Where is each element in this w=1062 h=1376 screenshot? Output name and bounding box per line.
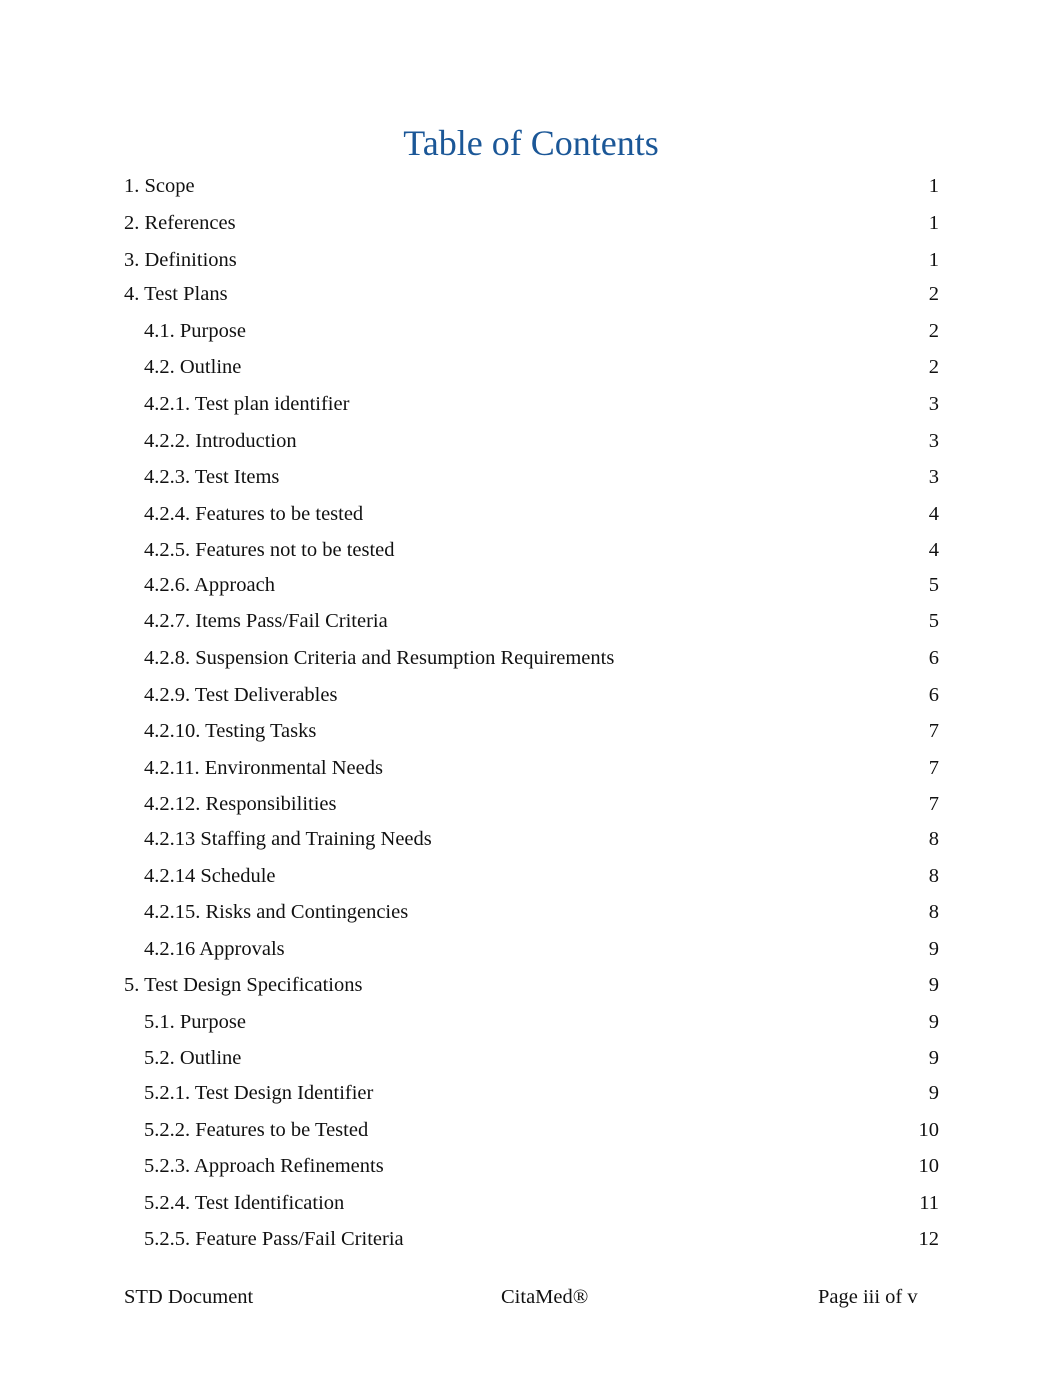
toc-entry-label: 5.2.1. Test Design Identifier <box>144 1082 374 1104</box>
toc-entry[interactable]: 4.2.11. Environmental Needs 7 <box>124 753 939 783</box>
toc-entry[interactable]: 4.2.1. Test plan identifier 3 <box>124 389 939 419</box>
toc-entry-label: 4.2.5. Features not to be tested <box>144 539 395 561</box>
toc-entry-label: 5.2. Outline <box>144 1047 242 1069</box>
toc-entry-page: 6 <box>928 684 939 706</box>
toc-entry-label: 4.2.15. Risks and Contingencies <box>144 901 409 923</box>
toc-entry-label: 4. Test Plans <box>124 283 228 305</box>
toc-entry-page: 10 <box>918 1119 940 1141</box>
footer-company: CitaMed® <box>501 1286 589 1308</box>
toc-entry-label: 3. Definitions <box>124 249 237 271</box>
toc-entry-page: 7 <box>928 720 939 742</box>
toc-entry-page: 8 <box>928 865 939 887</box>
toc-entry-label: 4.2.7. Items Pass/Fail Criteria <box>144 610 388 632</box>
toc-entry[interactable]: 4.2.14 Schedule 8 <box>124 861 939 891</box>
toc-entry-label: 4.2.11. Environmental Needs <box>144 757 383 779</box>
toc-entry-label: 4.2.12. Responsibilities <box>144 793 337 815</box>
toc-entry-page: 9 <box>928 974 939 996</box>
toc-entry-label: 4.2.16 Approvals <box>144 938 285 960</box>
toc-entry-page: 2 <box>928 320 939 342</box>
toc-entry-label: 4.2.10. Testing Tasks <box>144 720 317 742</box>
toc-entry[interactable]: 4.2.16 Approvals 9 <box>124 934 939 964</box>
toc-entry-label: 4.2.1. Test plan identifier <box>144 393 350 415</box>
toc-entry-page: 8 <box>928 901 939 923</box>
toc-entry-page: 4 <box>928 503 939 525</box>
toc-entry[interactable]: 4.2.10. Testing Tasks 7 <box>124 716 939 746</box>
toc-entry[interactable]: 4.2.3. Test Items 3 <box>124 462 939 492</box>
toc-entry[interactable]: 2. References 1 <box>124 208 939 238</box>
toc-entry-label: 4.2.13 Staffing and Training Needs <box>144 828 432 850</box>
toc-entry[interactable]: 4.2.5. Features not to be tested 4 <box>124 535 939 565</box>
toc-entry[interactable]: 5.2.1. Test Design Identifier 9 <box>124 1078 939 1108</box>
toc-entry-page: 3 <box>928 393 939 415</box>
toc-entry-label: 5. Test Design Specifications <box>124 974 363 996</box>
toc-entry-label: 5.2.5. Feature Pass/Fail Criteria <box>144 1228 404 1250</box>
toc-entry-page: 3 <box>928 430 939 452</box>
toc-entry-page: 1 <box>928 249 939 271</box>
toc-entry[interactable]: 3. Definitions 1 <box>124 245 939 275</box>
toc-entry-page: 2 <box>928 283 939 305</box>
toc-entry[interactable]: 4.2.8. Suspension Criteria and Resumptio… <box>124 643 939 673</box>
toc-entry[interactable]: 5.1. Purpose 9 <box>124 1007 939 1037</box>
document-page: Table of Contents 1. Scope 1 2. Reference… <box>0 0 1062 1376</box>
toc-entry[interactable]: 4.2.6. Approach 5 <box>124 570 939 600</box>
toc-entry[interactable]: 4.1. Purpose 2 <box>124 316 939 346</box>
toc-entry-page: 1 <box>928 175 939 197</box>
toc-entry-page: 11 <box>919 1192 939 1214</box>
toc-entry-label: 4.2.14 Schedule <box>144 865 276 887</box>
footer-document-name: STD Document <box>124 1286 254 1308</box>
toc-entry[interactable]: 5.2.3. Approach Refinements 10 <box>124 1151 939 1181</box>
toc-entry-page: 5 <box>928 610 939 632</box>
toc-entry-label: 1. Scope <box>124 175 195 197</box>
toc-entry-page: 7 <box>928 793 939 815</box>
toc-entry-page: 9 <box>928 938 939 960</box>
toc-entry-label: 4.2.2. Introduction <box>144 430 297 452</box>
toc-entry-label: 4.2.3. Test Items <box>144 466 280 488</box>
page-title: Table of Contents <box>403 123 659 163</box>
toc-entry-page: 9 <box>928 1047 939 1069</box>
toc-entry[interactable]: 4.2.2. Introduction 3 <box>124 426 939 456</box>
toc-entry-label: 5.2.2. Features to be Tested <box>144 1119 369 1141</box>
toc-entry[interactable]: 4.2.4. Features to be tested 4 <box>124 499 939 529</box>
toc-entry[interactable]: 4.2. Outline 2 <box>124 352 939 382</box>
toc-entry-page: 2 <box>928 356 939 378</box>
footer-page-number: Page iii of v <box>818 1286 918 1308</box>
toc-entry-page: 7 <box>928 757 939 779</box>
toc-entry[interactable]: 5. Test Design Specifications 9 <box>124 970 939 1000</box>
toc-entry-page: 5 <box>928 574 939 596</box>
toc-entry-page: 12 <box>918 1228 940 1250</box>
toc-entry-page: 3 <box>928 466 939 488</box>
toc-entry[interactable]: 5.2.5. Feature Pass/Fail Criteria 12 <box>124 1224 939 1254</box>
toc-entry-label: 4.1. Purpose <box>144 320 246 342</box>
toc-entry-label: 4.2.8. Suspension Criteria and Resumptio… <box>144 647 615 669</box>
toc-entry-page: 6 <box>928 647 939 669</box>
toc-entry-page: 4 <box>928 539 939 561</box>
toc-entry-page: 9 <box>928 1082 939 1104</box>
toc-entry[interactable]: 4. Test Plans 2 <box>124 279 939 309</box>
toc-entry-page: 8 <box>928 828 939 850</box>
toc-entry[interactable]: 4.2.12. Responsibilities 7 <box>124 789 939 819</box>
toc-entry[interactable]: 5.2.2. Features to be Tested 10 <box>124 1115 939 1145</box>
toc-entry-page: 1 <box>928 212 939 234</box>
toc-entry-label: 5.2.4. Test Identification <box>144 1192 345 1214</box>
toc-entry[interactable]: 5.2.4. Test Identification 11 <box>124 1188 939 1218</box>
toc-entry[interactable]: 4.2.15. Risks and Contingencies 8 <box>124 897 939 927</box>
toc-entry-page: 10 <box>918 1155 940 1177</box>
toc-entry[interactable]: 4.2.9. Test Deliverables 6 <box>124 680 939 710</box>
toc-entry[interactable]: 4.2.13 Staffing and Training Needs 8 <box>124 824 939 854</box>
toc-entry[interactable]: 4.2.7. Items Pass/Fail Criteria 5 <box>124 606 939 636</box>
toc-entry-label: 2. References <box>124 212 236 234</box>
toc-entry-label: 4.2.4. Features to be tested <box>144 503 364 525</box>
toc-entry-label: 5.2.3. Approach Refinements <box>144 1155 384 1177</box>
toc-entry-page: 9 <box>928 1011 939 1033</box>
toc-entry-label: 4.2. Outline <box>144 356 242 378</box>
toc-entry[interactable]: 5.2. Outline 9 <box>124 1043 939 1073</box>
toc-entry-label: 4.2.6. Approach <box>144 574 275 596</box>
toc-entry-label: 5.1. Purpose <box>144 1011 246 1033</box>
toc-entry-label: 4.2.9. Test Deliverables <box>144 684 338 706</box>
toc-entry[interactable]: 1. Scope 1 <box>124 171 939 201</box>
